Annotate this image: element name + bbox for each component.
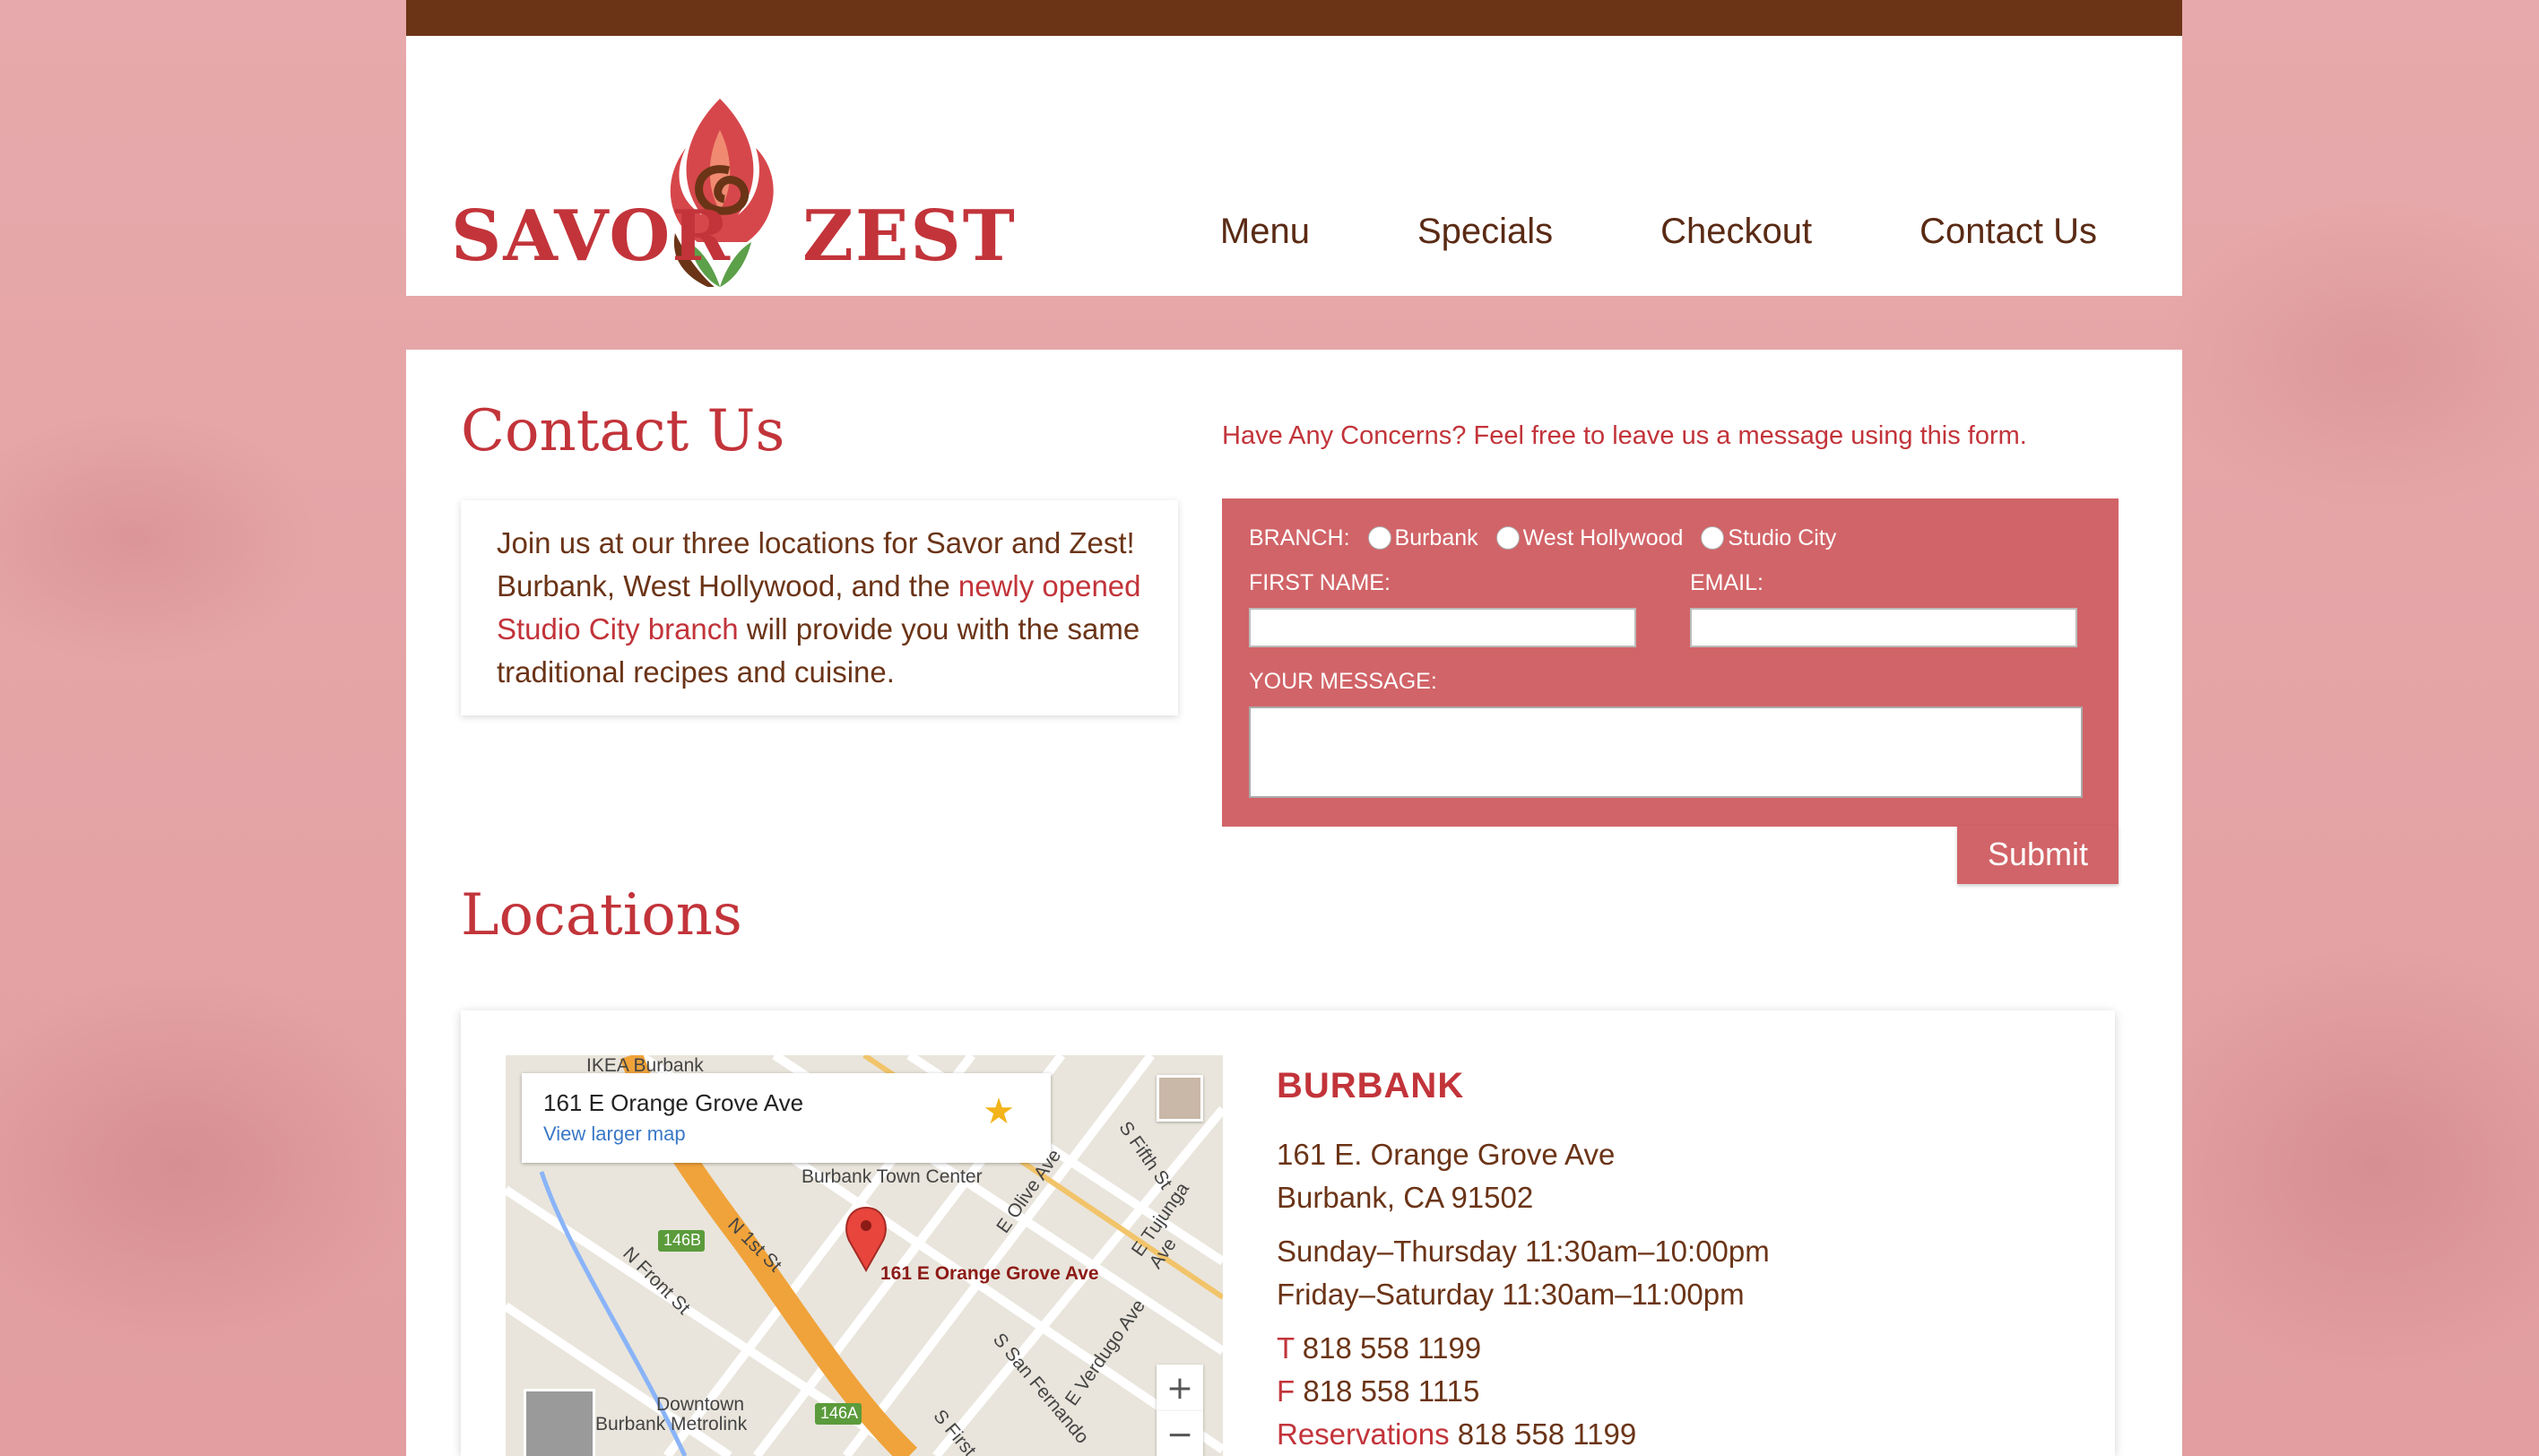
fax-line: F 818 558 1115: [1277, 1370, 2084, 1413]
email-field[interactable]: [1690, 608, 2077, 647]
logo-savor-text: SAVOR: [451, 195, 732, 277]
phone-label: T: [1277, 1331, 1295, 1365]
message-textarea[interactable]: [1249, 706, 2083, 798]
save-star-icon[interactable]: ★: [983, 1091, 1015, 1132]
email-label: EMAIL:: [1690, 570, 1763, 595]
radio-west-hollywood-label[interactable]: West Hollywood: [1523, 525, 1684, 551]
map-infobox: 161 E Orange Grove Ave View larger map ★: [522, 1073, 1051, 1163]
address-line-1: 161 E. Orange Grove Ave: [1277, 1138, 1616, 1171]
reservations-number[interactable]: 818 558 1199: [1458, 1417, 1636, 1451]
contact-title: Contact Us: [461, 398, 785, 464]
radio-burbank-label[interactable]: Burbank: [1395, 525, 1478, 551]
intro-card: Join us at our three locations for Savor…: [461, 500, 1178, 715]
concerns-text: Have Any Concerns? Feel free to leave us…: [1222, 421, 2027, 450]
logo[interactable]: SAVOR ZEST: [451, 63, 1015, 287]
site-header: SAVOR ZEST Menu Specials Checkout Contac…: [406, 36, 2182, 296]
map-label-146a: 146A: [820, 1404, 859, 1422]
address-line-2: Burbank, CA 91502: [1277, 1181, 1534, 1214]
locations-title: Locations: [461, 882, 742, 949]
nav-menu[interactable]: Menu: [1220, 212, 1310, 252]
radio-west-hollywood[interactable]: [1495, 526, 1520, 550]
zoom-in-button[interactable]: +: [1157, 1365, 1203, 1411]
street-view-icon[interactable]: [1157, 1075, 1203, 1122]
nav-specials[interactable]: Specials: [1417, 212, 1553, 252]
satellite-toggle-icon[interactable]: [524, 1389, 595, 1456]
map-label-metrolink: Burbank Metrolink: [595, 1414, 748, 1434]
top-bar: [406, 0, 2182, 36]
map-label-ikea: IKEA Burbank: [586, 1055, 704, 1076]
zoom-out-button[interactable]: −: [1157, 1411, 1203, 1456]
branch-label: BRANCH:: [1249, 524, 1350, 550]
logo-zest-text: ZEST: [802, 195, 1017, 277]
hours-line-1: Sunday–Thursday 11:30am–10:00pm: [1277, 1235, 1770, 1268]
location-name: BURBANK: [1277, 1066, 1465, 1105]
view-larger-map-link[interactable]: View larger map: [543, 1122, 1029, 1146]
message-label: YOUR MESSAGE:: [1249, 669, 1437, 694]
reservations-label: Reservations: [1277, 1417, 1450, 1451]
fax-label: F: [1277, 1374, 1295, 1408]
contact-form: BRANCH: Burbank West Hollywood Studio Ci…: [1222, 498, 2119, 827]
reservations-line: Reservations 818 558 1199: [1277, 1413, 2084, 1456]
first-name-field[interactable]: [1249, 608, 1636, 647]
phone-number[interactable]: 818 558 1199: [1303, 1331, 1481, 1365]
submit-button[interactable]: Submit: [1957, 825, 2119, 884]
fax-number: 818 558 1115: [1303, 1374, 1480, 1408]
map-pin-label: 161 E Orange Grove Ave: [880, 1263, 1099, 1284]
radio-studio-city-label[interactable]: Studio City: [1728, 525, 1836, 551]
branch-row: BRANCH: Burbank West Hollywood Studio Ci…: [1249, 520, 2092, 556]
map-label-downtown: Downtown: [656, 1394, 745, 1415]
nav-checkout[interactable]: Checkout: [1660, 212, 1812, 252]
phone-line: T 818 558 1199: [1277, 1327, 2084, 1370]
map-label-146b: 146B: [663, 1231, 702, 1249]
radio-studio-city[interactable]: [1701, 526, 1725, 550]
first-name-label: FIRST NAME:: [1249, 570, 1391, 595]
map[interactable]: 161 E Orange Grove Ave View larger map ★…: [506, 1055, 1223, 1456]
map-label-town-center: Burbank Town Center: [802, 1166, 983, 1187]
burbank-info: BURBANK 161 E. Orange Grove Ave Burbank,…: [1277, 1055, 2084, 1456]
radio-burbank[interactable]: [1367, 526, 1391, 550]
map-infobox-address: 161 E Orange Grove Ave: [543, 1089, 804, 1116]
location-card-burbank: 161 E Orange Grove Ave View larger map ★…: [461, 1010, 2115, 1456]
hours-line-2: Friday–Saturday 11:30am–11:00pm: [1277, 1278, 1745, 1311]
main-nav: Menu Specials Checkout Contact Us: [1113, 212, 2097, 252]
nav-contact-us[interactable]: Contact Us: [1919, 212, 2097, 252]
main-content: Contact Us Join us at our three location…: [406, 350, 2182, 1456]
